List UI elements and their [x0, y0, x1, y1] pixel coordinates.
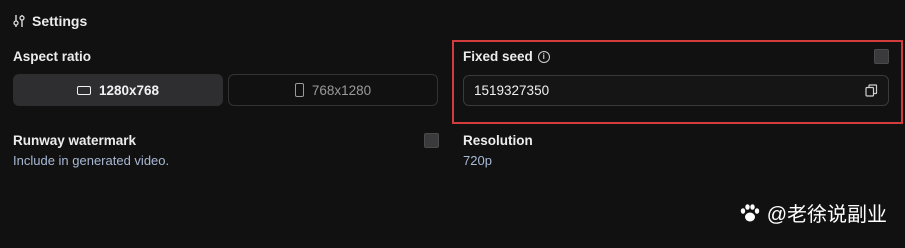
overlay-watermark-text: @老徐说副业	[766, 204, 887, 226]
paw-icon	[740, 203, 759, 221]
aspect-ratio-label: Aspect ratio	[13, 49, 92, 64]
resolution-value: 720p	[463, 153, 492, 168]
aspect-option-label: 1280x768	[98, 82, 160, 98]
seed-input[interactable]: 1519327350	[463, 75, 889, 106]
runway-watermark-label: Runway watermark	[13, 133, 137, 148]
copy-icon[interactable]	[865, 84, 878, 97]
landscape-icon	[76, 85, 91, 95]
seed-value: 1519327350	[474, 83, 550, 98]
fixed-seed-label-group: Fixed seed i	[463, 49, 550, 64]
portrait-icon	[294, 83, 304, 97]
runway-watermark-description: Include in generated video.	[13, 153, 170, 168]
runway-watermark-checkbox[interactable]	[424, 133, 439, 148]
overlay-watermark: @老徐说副业	[739, 198, 887, 227]
settings-panel: Settings Aspect ratio 1280x768 768x1280 …	[0, 0, 905, 248]
resolution-label: Resolution	[463, 133, 533, 148]
settings-header: Settings	[13, 11, 87, 31]
aspect-option-landscape[interactable]: 1280x768	[13, 74, 223, 106]
fixed-seed-checkbox[interactable]	[874, 49, 889, 64]
sliders-icon	[13, 15, 25, 27]
aspect-option-portrait[interactable]: 768x1280	[228, 74, 438, 106]
info-icon[interactable]: i	[537, 50, 550, 63]
settings-title: Settings	[32, 13, 88, 29]
aspect-option-label: 768x1280	[311, 82, 372, 98]
fixed-seed-label: Fixed seed	[463, 49, 533, 64]
